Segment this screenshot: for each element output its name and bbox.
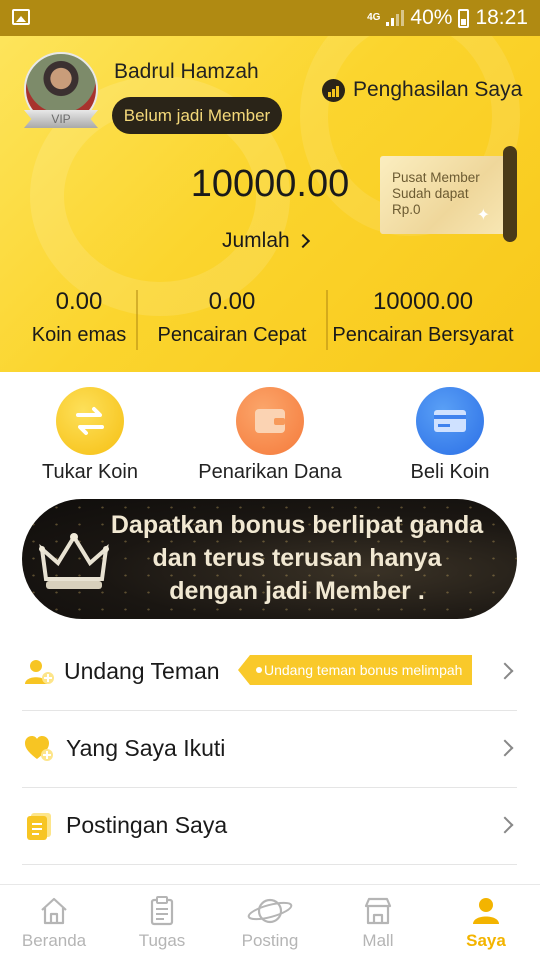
member-card-line: Sudah dapat (392, 186, 469, 201)
divider (326, 290, 328, 350)
exchange-icon (56, 387, 124, 455)
stat-conditional-withdrawal[interactable]: 10000.00 Pencairan Bersyarat (330, 288, 516, 347)
stat-value: 0.00 (208, 288, 256, 315)
income-link[interactable]: Penghasilan Saya (322, 78, 522, 102)
card-icon (416, 387, 484, 455)
battery-percent: 40% (410, 6, 453, 29)
bottom-nav: Beranda Tugas Posting Mall Saya (0, 884, 540, 960)
bar-chart-icon (322, 78, 345, 102)
action-withdraw-funds[interactable]: Penarikan Dana (185, 387, 355, 484)
chevron-right-icon (496, 739, 514, 757)
document-icon (27, 813, 51, 840)
stat-label: Koin emas (31, 324, 127, 346)
stat-fast-withdrawal[interactable]: 0.00 Pencairan Cepat (146, 288, 318, 347)
total-link[interactable]: Jumlah (222, 229, 310, 253)
stats-row: 0.00 Koin emas 0.00 Pencairan Cepat 1000… (0, 288, 540, 350)
chevron-right-icon (496, 662, 514, 680)
user-name: Badrul Hamzah (114, 60, 259, 83)
nav-label: Posting (241, 931, 299, 950)
chevron-right-icon (496, 816, 514, 834)
nav-label: Tugas (138, 931, 186, 950)
clipboard-icon (150, 896, 174, 926)
chevron-right-icon (295, 233, 310, 249)
profile-header: VIP Badrul Hamzah Belum jadi Member Peng… (0, 36, 540, 372)
divider (136, 290, 138, 350)
stat-value: 10000.00 (372, 288, 474, 315)
nav-tasks[interactable]: Tugas (108, 895, 216, 951)
menu-label: Yang Saya Ikuti (66, 735, 226, 761)
nav-mall[interactable]: Mall (324, 895, 432, 951)
menu-following[interactable]: Yang Saya Ikuti (22, 711, 517, 788)
stat-value: 0.00 (55, 288, 103, 315)
nav-home[interactable]: Beranda (0, 895, 108, 951)
action-label: Beli Koin (410, 461, 490, 483)
invite-user-icon (25, 660, 54, 684)
stat-label: Pencairan Cepat (157, 324, 307, 346)
vip-ribbon: VIP (24, 110, 98, 128)
menu-my-posts[interactable]: Postingan Saya (22, 788, 517, 865)
income-link-label: Penghasilan Saya (353, 78, 523, 101)
signal-icon (386, 10, 405, 26)
action-exchange-coins[interactable]: Tukar Koin (5, 387, 175, 484)
store-icon (364, 897, 392, 925)
menu-label: Undang Teman (64, 658, 220, 684)
banner-text: Dapatkan bonus berlipat ganda dan terus … (92, 509, 502, 608)
status-right: 4G 40% 18:21 (367, 6, 528, 30)
action-label: Penarikan Dana (198, 461, 342, 483)
member-card-line: Pusat Member (392, 170, 480, 185)
nav-label: Mall (362, 931, 394, 950)
stat-gold-coins[interactable]: 0.00 Koin emas (18, 288, 140, 347)
nav-label: Beranda (21, 931, 87, 950)
sparkle-icon: ✦ (476, 207, 490, 224)
network-type: 4G (367, 12, 381, 23)
card-scroll-handle[interactable] (503, 146, 517, 242)
stat-label: Pencairan Bersyarat (332, 324, 514, 346)
user-icon (473, 898, 499, 924)
action-label: Tukar Koin (42, 461, 138, 483)
member-status-badge[interactable]: Belum jadi Member (112, 97, 282, 134)
member-promo-banner[interactable]: Dapatkan bonus berlipat ganda dan terus … (22, 499, 517, 619)
total-link-label: Jumlah (222, 229, 290, 252)
battery-icon (458, 8, 470, 28)
nav-profile[interactable]: Saya (432, 895, 540, 951)
banner-line: Dapatkan bonus berlipat ganda (110, 511, 484, 539)
clock: 18:21 (475, 6, 528, 29)
banner-line: dengan jadi Member . (169, 577, 425, 605)
gallery-notification-icon (12, 9, 30, 25)
planet-icon (247, 898, 293, 924)
member-center-card[interactable]: Pusat Member Sudah dapat Rp.0 ✦ (380, 156, 506, 234)
banner-line: dan terus terusan hanya (152, 544, 442, 572)
status-bar: 4G 40% 18:21 (0, 0, 540, 36)
invite-bonus-tag: Undang teman bonus melimpah (238, 655, 473, 685)
wallet-icon (236, 387, 304, 455)
home-icon (41, 897, 67, 925)
menu-invite-friends[interactable]: Undang Teman Undang teman bonus melimpah (22, 634, 517, 711)
nav-posting[interactable]: Posting (216, 895, 324, 951)
heart-plus-icon (25, 736, 53, 761)
nav-label: Saya (466, 931, 506, 950)
menu-label: Postingan Saya (66, 812, 228, 838)
action-buy-coins[interactable]: Beli Koin (365, 387, 535, 484)
